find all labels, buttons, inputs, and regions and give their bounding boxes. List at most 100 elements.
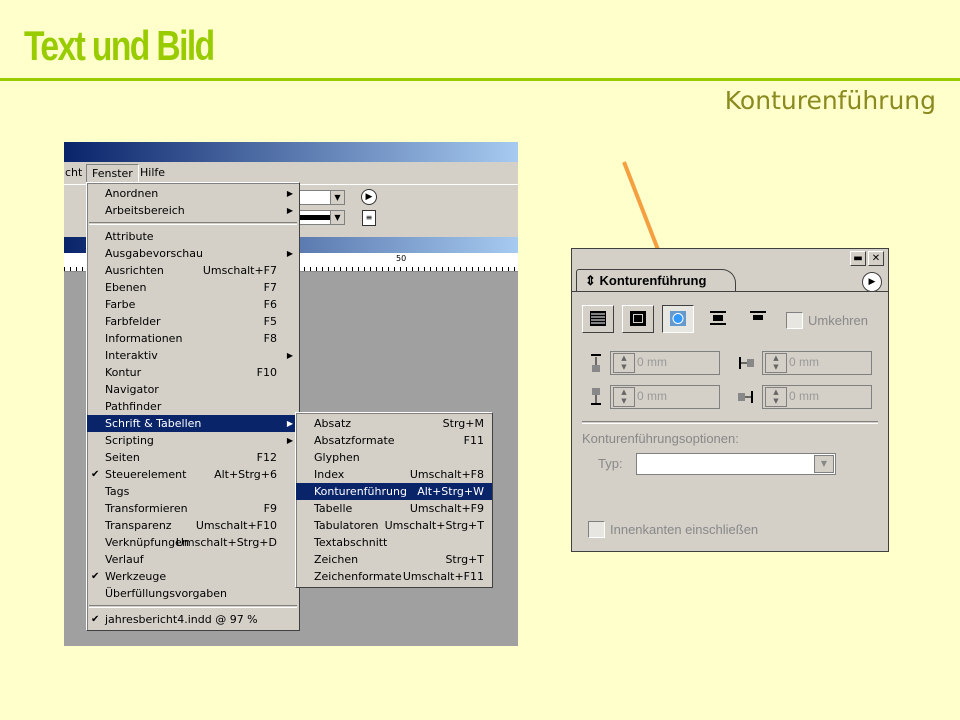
fenster-menu-item[interactable]: Verlauf (87, 551, 299, 568)
menu-bar: cht Fenster Hilfe (64, 162, 518, 184)
wrap-bounding-box-icon (630, 311, 646, 326)
schrift-menu-item-shortcut: Strg+M (442, 417, 484, 430)
jump-object-button[interactable] (702, 305, 734, 333)
checkmark-icon: ✔ (91, 571, 100, 582)
schrift-menu-item[interactable]: Tabelle Umschalt+F9 (296, 500, 492, 517)
fenster-menu-item[interactable]: ✔ Steuerelement Alt+Strg+6 (87, 466, 299, 483)
schrift-menu-item[interactable]: Absatz Strg+M (296, 415, 492, 432)
submenu-arrow-icon: ▶ (286, 419, 293, 428)
slide-subtitle: Konturenführung (724, 86, 936, 115)
submenu-arrow-icon: ▶ (286, 249, 293, 258)
fenster-menu-item[interactable]: Anordnen ▶ (87, 185, 299, 202)
schrift-menu-item-label: Index (314, 468, 345, 481)
fenster-menu-item[interactable]: Seiten F12 (87, 449, 299, 466)
fenster-menu-item-shortcut: F6 (263, 298, 277, 311)
fenster-menu-item-label: jahresbericht4.indd @ 97 % (105, 613, 258, 626)
fenster-menu-item[interactable]: Pathfinder (87, 398, 299, 415)
menu-hilfe[interactable]: Hilfe (135, 164, 170, 181)
dropdown-arrow-icon[interactable]: ▼ (330, 190, 345, 205)
tab-divider (572, 291, 888, 292)
fenster-menu-item-label: Überfüllungsvorgaben (105, 587, 227, 600)
dropdown-arrow-icon[interactable]: ▼ (330, 210, 345, 225)
fenster-menu-item[interactable]: Verknüpfungen Umschalt+Strg+D (87, 534, 299, 551)
fenster-menu-item[interactable]: Arbeitsbereich ▶ (87, 202, 299, 219)
fenster-menu-item[interactable]: Transparenz Umschalt+F10 (87, 517, 299, 534)
schrift-menu-item[interactable]: Glyphen (296, 449, 492, 466)
fenster-menu-item-label: Tags (105, 485, 130, 498)
fenster-menu-item[interactable]: Farbfelder F5 (87, 313, 299, 330)
panel-menu-icon[interactable]: ▶ (862, 272, 882, 292)
fenster-menu-item-label: Ausrichten (105, 264, 164, 277)
indesign-screenshot: cht Fenster Hilfe ▼ ▶ ▼ ≡ 50 Anordnen ▶ Ar… (64, 142, 518, 646)
page-icon[interactable]: ≡ (362, 210, 376, 226)
wrap-bounding-box-button[interactable] (622, 305, 654, 333)
options-heading: Konturenführungsoptionen: (582, 431, 739, 446)
chevron-down-icon[interactable]: ▼ (814, 455, 834, 473)
schrift-menu-item-shortcut: Alt+Strg+W (417, 485, 484, 498)
right-offset-field[interactable]: ▲ ▼ 0 mm (762, 385, 872, 409)
fenster-menu-item[interactable]: ✔ Werkzeuge (87, 568, 299, 585)
schrift-menu-item[interactable]: Absatzformate F11 (296, 432, 492, 449)
fenster-menu-item[interactable]: Überfüllungsvorgaben (87, 585, 299, 602)
wrap-object-shape-button[interactable] (662, 305, 694, 333)
spinner-arrows-icon[interactable]: ▲ ▼ (765, 353, 787, 373)
schrift-menu-item-label: Glyphen (314, 451, 360, 464)
menu-fenster[interactable]: Fenster (86, 164, 139, 183)
fenster-menu-item[interactable]: Kontur F10 (87, 364, 299, 381)
fenster-menu-item[interactable]: ✔ jahresbericht4.indd @ 97 % (87, 611, 299, 628)
play-icon[interactable]: ▶ (361, 189, 377, 205)
fenster-menu-item[interactable]: Ausgabevorschau ▶ (87, 245, 299, 262)
fenster-menu-item-label: Ausgabevorschau (105, 247, 203, 260)
left-offset-field[interactable]: ▲ ▼ 0 mm (762, 351, 872, 375)
jump-next-column-button[interactable] (742, 305, 774, 333)
fenster-menu-item-shortcut: F10 (256, 366, 277, 379)
fenster-menu-item[interactable]: Schrift & Tabellen ▶ (87, 415, 299, 432)
menu-ansicht[interactable]: cht (64, 164, 87, 181)
schrift-menu-item[interactable]: Textabschnitt (296, 534, 492, 551)
fenster-menu-item[interactable]: Attribute (87, 228, 299, 245)
fenster-menu-item[interactable]: Interaktiv ▶ (87, 347, 299, 364)
fenster-menu-item[interactable]: Transformieren F9 (87, 500, 299, 517)
schrift-menu-item[interactable]: Zeichenformate Umschalt+F11 (296, 568, 492, 585)
menu-separator (89, 222, 297, 225)
invert-checkbox[interactable] (786, 312, 803, 329)
fenster-menu-item-shortcut: Umschalt+F7 (202, 264, 277, 277)
schrift-menu-item-label: Tabulatoren (314, 519, 379, 532)
schrift-menu-item-label: Absatz (314, 417, 352, 430)
fenster-menu-item[interactable]: Farbe F6 (87, 296, 299, 313)
submenu-arrow-icon: ▶ (286, 436, 293, 445)
left-offset-icon (739, 357, 754, 369)
schrift-menu-item-shortcut: Strg+T (445, 553, 484, 566)
spinner-arrows-icon[interactable]: ▲ ▼ (613, 353, 635, 373)
fenster-menu-item[interactable]: Scripting ▶ (87, 432, 299, 449)
fenster-menu-item[interactable]: Informationen F8 (87, 330, 299, 347)
inner-edges-checkbox[interactable] (588, 521, 605, 538)
top-offset-field[interactable]: ▲ ▼ 0 mm (610, 351, 720, 375)
fenster-menu-item[interactable]: Tags (87, 483, 299, 500)
schrift-menu-item[interactable]: Tabulatoren Umschalt+Strg+T (296, 517, 492, 534)
submenu-arrow-icon: ▶ (286, 206, 293, 215)
slide-title: Text und Bild (24, 22, 215, 69)
fenster-menu-item-label: Informationen (105, 332, 183, 345)
fenster-menu-item-shortcut: F12 (256, 451, 277, 464)
fenster-menu-item[interactable]: Navigator (87, 381, 299, 398)
wrap-object-shape-icon (670, 311, 686, 326)
schrift-tabellen-submenu: Absatz Strg+M Absatzformate F11 Glyphen Index… (295, 412, 493, 588)
fenster-menu-item[interactable]: Ebenen F7 (87, 279, 299, 296)
spinner-arrows-icon[interactable]: ▲ ▼ (613, 387, 635, 407)
panel-header: ▬ ✕ (572, 249, 888, 269)
type-select[interactable]: ▼ (636, 453, 836, 475)
minimize-icon[interactable]: ▬ (850, 251, 866, 266)
schrift-menu-item-shortcut: F11 (463, 434, 484, 447)
checkmark-icon: ✔ (91, 614, 100, 625)
panel-tab[interactable]: ⇕ Konturenführung (576, 269, 736, 291)
fenster-menu-item[interactable]: Ausrichten Umschalt+F7 (87, 262, 299, 279)
close-icon[interactable]: ✕ (868, 251, 884, 266)
schrift-menu-item[interactable]: Zeichen Strg+T (296, 551, 492, 568)
no-wrap-button[interactable] (582, 305, 614, 333)
schrift-menu-item[interactable]: Index Umschalt+F8 (296, 466, 492, 483)
spinner-arrows-icon[interactable]: ▲ ▼ (765, 387, 787, 407)
bottom-offset-field[interactable]: ▲ ▼ 0 mm (610, 385, 720, 409)
schrift-menu-item[interactable]: Konturenführung Alt+Strg+W (296, 483, 492, 500)
fenster-menu-item-label: Kontur (105, 366, 142, 379)
